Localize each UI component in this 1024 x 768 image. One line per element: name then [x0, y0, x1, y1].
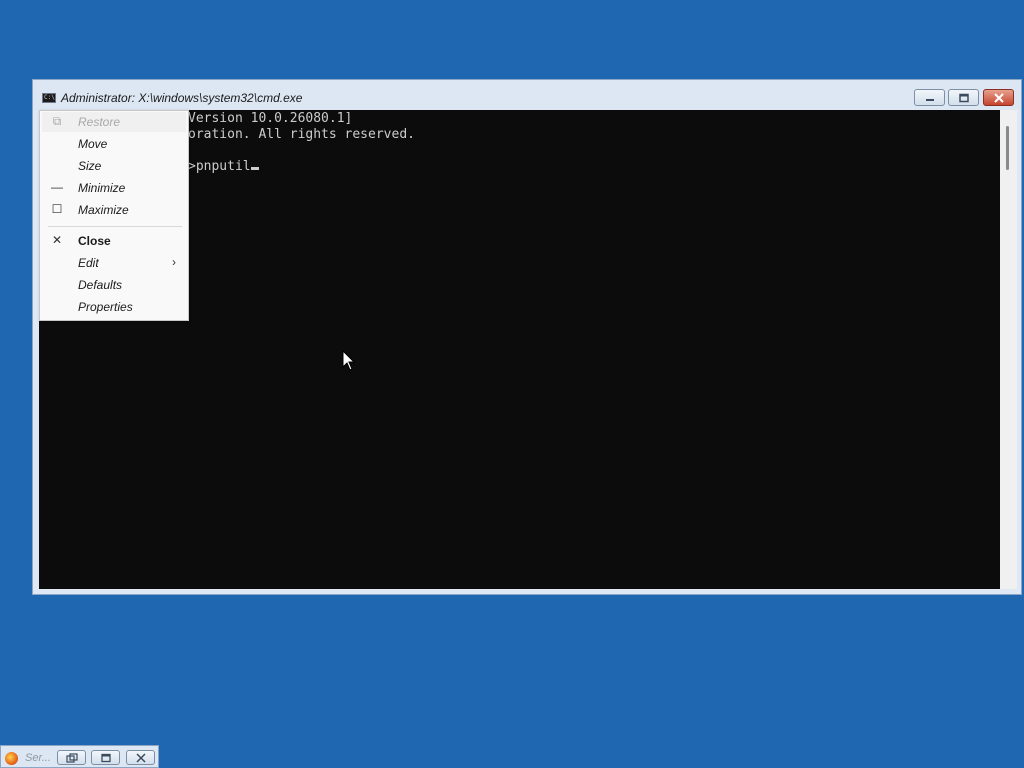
menu-item-properties[interactable]: Properties — [42, 297, 186, 317]
menu-item-label: Size — [78, 159, 102, 173]
title-bar[interactable]: C:\ Administrator: X:\windows\system32\c… — [33, 80, 1021, 110]
close-icon — [993, 92, 1004, 103]
restore-icon — [65, 752, 78, 763]
minimized-maximize-button[interactable] — [91, 750, 120, 765]
menu-item-label: Restore — [78, 115, 121, 129]
menu-item-edit[interactable]: Edit › — [42, 253, 186, 273]
minimized-close-button[interactable] — [126, 750, 155, 765]
menu-item-defaults[interactable]: Defaults — [42, 275, 186, 295]
close-icon — [135, 752, 146, 763]
menu-item-label: Properties — [78, 300, 133, 314]
menu-item-restore[interactable]: ⧉ Restore — [42, 112, 186, 132]
restore-icon: ⧉ — [52, 114, 62, 128]
chevron-right-icon: › — [172, 255, 176, 269]
minimize-icon — [925, 98, 934, 101]
scrollbar-thumb[interactable] — [1006, 126, 1009, 170]
restore-button[interactable] — [948, 89, 979, 106]
menu-separator — [48, 226, 182, 227]
minimize-icon: — — [51, 180, 63, 194]
console-icon[interactable]: C:\ — [42, 93, 56, 103]
console-command: >pnputil — [188, 159, 251, 174]
menu-item-size[interactable]: Size — [42, 156, 186, 176]
vertical-scrollbar[interactable] — [1000, 110, 1017, 589]
menu-item-label: Move — [78, 137, 108, 151]
menu-item-maximize[interactable]: ☐ Maximize — [42, 200, 186, 220]
restore-icon — [958, 93, 969, 102]
menu-item-label: Minimize — [78, 181, 126, 195]
menu-item-label: Defaults — [78, 278, 123, 292]
setup-icon — [5, 752, 18, 765]
window-title: Administrator: X:\windows\system32\cmd.e… — [61, 91, 303, 105]
close-button[interactable] — [983, 89, 1014, 106]
minimize-button[interactable] — [914, 89, 945, 106]
system-menu: ⧉ Restore Move Size — Minimize ☐ Maximiz… — [39, 110, 189, 321]
menu-item-label: Edit — [78, 256, 99, 270]
menu-item-minimize[interactable]: — Minimize — [42, 178, 186, 198]
maximize-icon — [100, 753, 111, 762]
mouse-pointer-icon — [342, 350, 356, 371]
maximize-icon: ☐ — [51, 202, 63, 216]
minimized-window-title: Ser... — [25, 752, 51, 764]
menu-item-label: Maximize — [78, 203, 129, 217]
minimized-window[interactable]: Ser... — [0, 745, 159, 768]
close-icon: ✕ — [51, 233, 63, 247]
menu-item-label: Close — [78, 234, 111, 248]
desktop: C:\ Administrator: X:\windows\system32\c… — [0, 0, 1024, 768]
text-cursor — [250, 167, 259, 170]
minimized-restore-button[interactable] — [57, 750, 86, 765]
menu-item-move[interactable]: Move — [42, 134, 186, 154]
menu-item-close[interactable]: ✕ Close — [42, 231, 186, 251]
